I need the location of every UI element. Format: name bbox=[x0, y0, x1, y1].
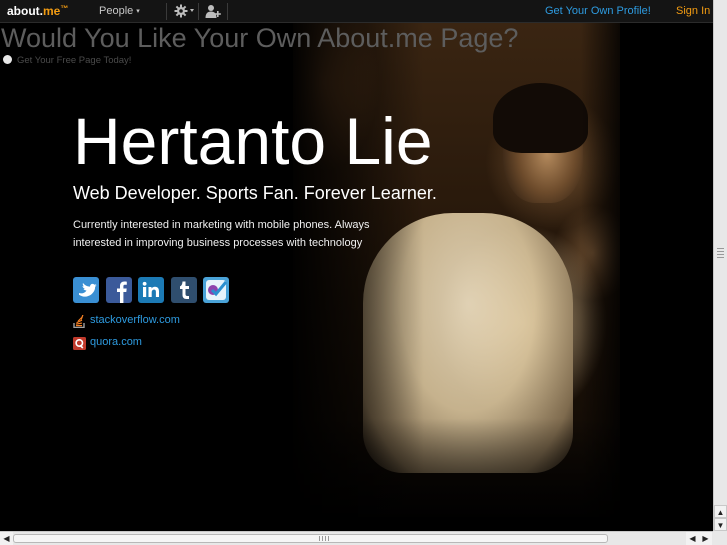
top-navigation-bar: about.me™ People ▾ Get Your Own Profile! … bbox=[0, 0, 713, 23]
facebook-icon[interactable] bbox=[106, 277, 132, 303]
people-label: People bbox=[99, 5, 134, 17]
promo-banner-title[interactable]: Would You Like Your Own About.me Page? bbox=[1, 23, 518, 54]
scroll-left-arrow-icon[interactable]: ◀ bbox=[0, 532, 13, 545]
add-contact-button[interactable] bbox=[205, 4, 221, 19]
profile-headline: Web Developer. Sports Fan. Forever Learn… bbox=[73, 183, 437, 203]
scroll-grip[interactable] bbox=[717, 248, 724, 260]
gear-icon bbox=[174, 4, 194, 18]
scroll-down-arrow-icon[interactable]: ▼ bbox=[714, 518, 727, 531]
stackoverflow-link-text: stackoverflow.com bbox=[90, 314, 180, 326]
scroll-right-arrow-icon[interactable]: ▶ bbox=[699, 532, 712, 545]
profile-bio: Currently interested in marketing with m… bbox=[73, 219, 370, 249]
promo-link-text: Get Your Free Page Today! bbox=[17, 55, 132, 66]
scroll-left-arrow-icon[interactable]: ◀ bbox=[686, 532, 699, 545]
horizontal-scroll-thumb[interactable] bbox=[13, 534, 608, 543]
profile-name: Hertanto Lie bbox=[73, 104, 433, 178]
add-user-icon bbox=[205, 5, 221, 18]
horizontal-scrollbar[interactable]: ◀ ◀ ▶ bbox=[0, 531, 713, 545]
stackoverflow-icon bbox=[73, 315, 85, 328]
get-own-profile-link[interactable]: Get Your Own Profile! bbox=[545, 5, 651, 17]
divider bbox=[198, 3, 199, 20]
foursquare-icon[interactable] bbox=[203, 277, 229, 303]
logo-trademark: ™ bbox=[60, 4, 69, 13]
sign-in-link[interactable]: Sign In bbox=[676, 5, 710, 17]
scrollbar-corner bbox=[713, 531, 727, 545]
chevron-down-icon: ▾ bbox=[136, 8, 140, 15]
promo-banner-link[interactable]: Get Your Free Page Today! bbox=[3, 55, 131, 66]
linkedin-icon[interactable] bbox=[138, 277, 164, 303]
settings-menu-button[interactable] bbox=[174, 4, 196, 18]
people-menu-button[interactable]: People ▾ bbox=[99, 5, 140, 17]
divider bbox=[227, 3, 228, 20]
logo-me-text: me bbox=[43, 4, 61, 18]
vertical-scrollbar[interactable]: ▲ ▼ bbox=[713, 0, 727, 531]
scroll-up-arrow-icon[interactable]: ▲ bbox=[714, 505, 727, 518]
divider bbox=[166, 3, 167, 20]
profile-background-photo bbox=[293, 23, 620, 517]
scroll-grip bbox=[319, 536, 331, 541]
twitter-icon[interactable] bbox=[73, 277, 99, 303]
photo-vignette bbox=[293, 23, 620, 517]
tumblr-icon[interactable] bbox=[171, 277, 197, 303]
logo-text: about. bbox=[7, 4, 43, 18]
about-me-logo[interactable]: about.me™ bbox=[7, 4, 68, 18]
quora-link-text: quora.com bbox=[90, 336, 142, 348]
bullet-icon bbox=[3, 55, 12, 64]
quora-icon bbox=[73, 337, 86, 350]
